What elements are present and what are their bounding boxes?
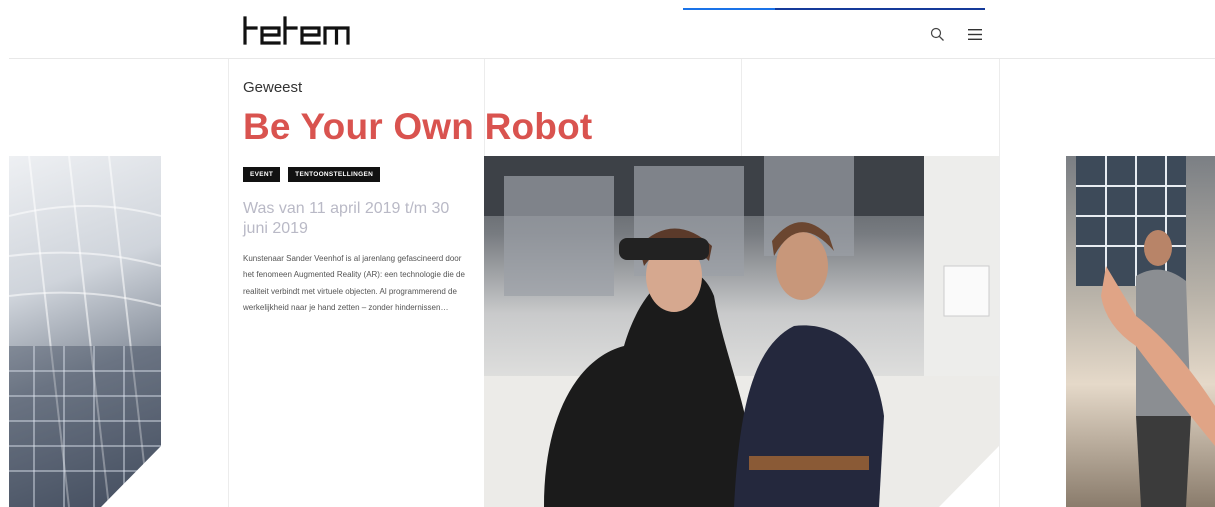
- event-dates: Was van 11 april 2019 t/m 30 juni 2019: [243, 200, 450, 237]
- hero-image[interactable]: [484, 156, 999, 507]
- menu-icon[interactable]: [965, 24, 985, 44]
- grid-line: [228, 59, 229, 507]
- tag-event[interactable]: EVENT: [243, 167, 281, 182]
- grid-line: [999, 59, 1000, 507]
- carousel-next-image[interactable]: [1066, 156, 1215, 507]
- article-description: Kunstenaar Sander Veenhof is al jarenlan…: [243, 254, 465, 312]
- tetem-logo-mark: [243, 16, 350, 45]
- top-loading-bar: [0, 0, 1215, 10]
- tetem-logo[interactable]: [242, 16, 352, 51]
- article-category: Geweest: [243, 79, 303, 96]
- tag-list: EVENT TENTOONSTELLINGEN: [243, 167, 381, 182]
- tag-tentoonstellingen[interactable]: TENTOONSTELLINGEN: [288, 167, 381, 182]
- carousel-prev-image[interactable]: [9, 156, 161, 507]
- article-title[interactable]: Be Your Own Robot: [243, 106, 592, 148]
- site-header: [9, 10, 1215, 59]
- grid-line: [741, 59, 742, 156]
- search-icon[interactable]: [927, 24, 947, 44]
